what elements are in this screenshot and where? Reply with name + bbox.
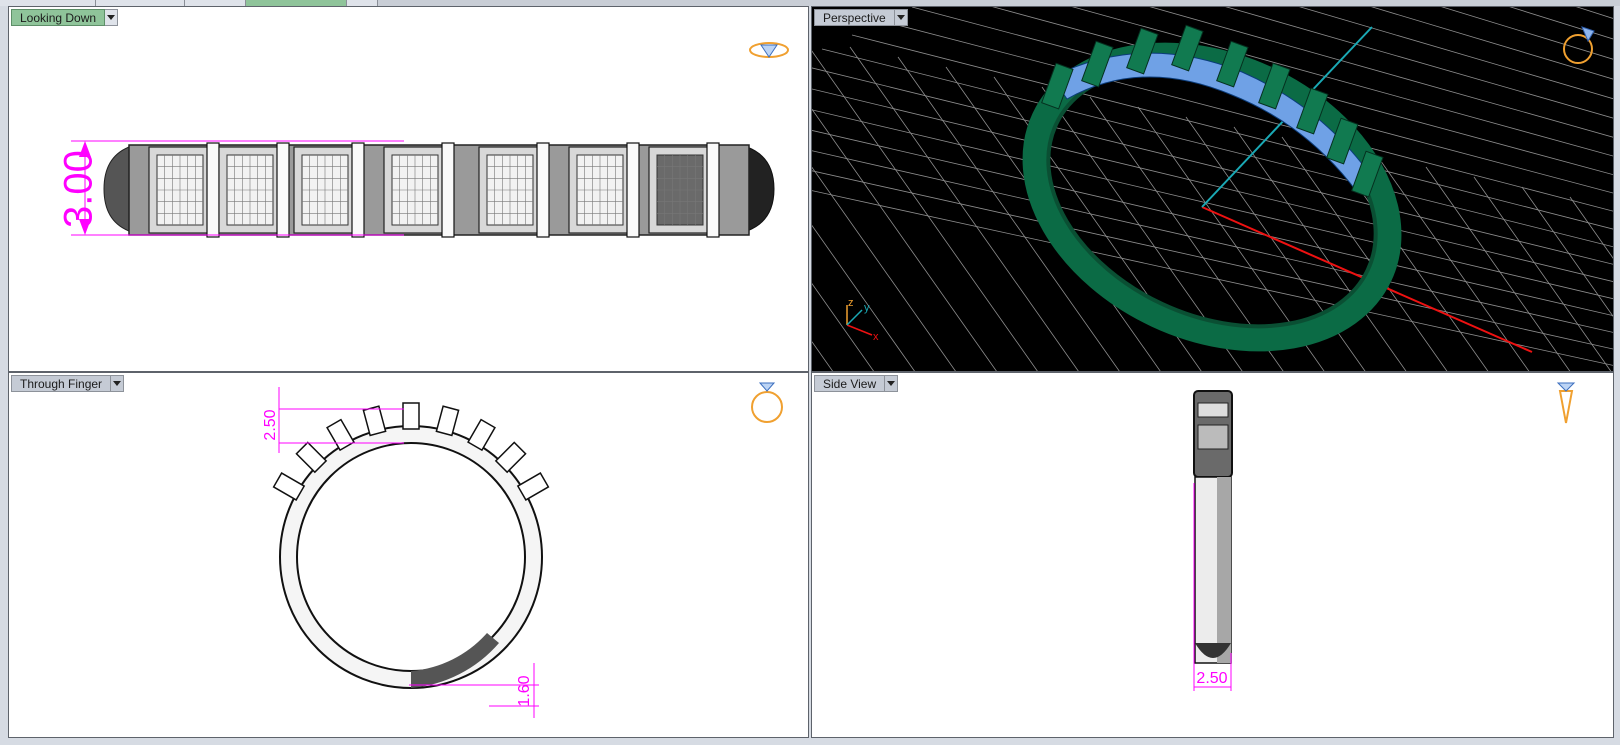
ring-side-view-icon <box>1556 382 1576 424</box>
viewport-title: Perspective <box>814 9 895 26</box>
axis-y-label: y <box>864 302 870 314</box>
viewport-through-finger[interactable]: Through Finger 2.50 1.60 <box>8 372 809 738</box>
ring-top-view-icon <box>749 42 789 58</box>
dimension-label: 3.00 <box>57 150 101 228</box>
perspective-scene: z y x <box>812 7 1613 371</box>
viewport-title: Side View <box>814 375 886 392</box>
prong-bar <box>276 142 290 238</box>
looking-down-scene: 3.00 <box>57 140 775 238</box>
ring-front-view-icon <box>751 382 783 423</box>
viewport-side-view[interactable]: Side View 2.50 <box>811 372 1614 738</box>
viewport-label-looking-down[interactable]: Looking Down <box>11 9 119 26</box>
prong <box>435 405 460 437</box>
axis-x-label: x <box>873 331 879 343</box>
ring-perspective-icon <box>1563 26 1595 64</box>
viewport-perspective[interactable]: Perspective z y x <box>811 6 1614 372</box>
prong-bar <box>351 142 365 238</box>
dimension-label-bottom: 1.60 <box>516 675 533 706</box>
dimension-label: 2.50 <box>1196 670 1227 687</box>
viewport-menu-icon[interactable] <box>885 375 899 392</box>
viewport-label-through-finger[interactable]: Through Finger <box>11 375 125 392</box>
viewport-title: Through Finger <box>11 375 112 392</box>
prong <box>362 405 387 437</box>
prong-bar <box>441 142 455 238</box>
prong <box>402 402 420 430</box>
viewport-menu-icon[interactable] <box>105 9 119 26</box>
viewport-label-side-view[interactable]: Side View <box>814 375 899 392</box>
prong-bar <box>206 142 220 238</box>
viewport-looking-down[interactable]: Looking Down 3.00 <box>8 6 809 372</box>
prong-bar <box>706 142 720 238</box>
axis-z-label: z <box>848 297 854 309</box>
viewport-title: Looking Down <box>11 9 106 26</box>
viewport-menu-icon[interactable] <box>894 9 908 26</box>
viewport-menu-icon[interactable] <box>111 375 125 392</box>
dimension-label-top: 2.50 <box>262 409 279 440</box>
axis-widget: z y x <box>846 297 879 343</box>
side-view-scene: 2.50 <box>1193 390 1233 691</box>
through-finger-scene: 2.50 1.60 <box>262 387 550 718</box>
prong-bar <box>626 142 640 238</box>
viewport-label-perspective[interactable]: Perspective <box>814 9 908 26</box>
prong-bar <box>536 142 550 238</box>
